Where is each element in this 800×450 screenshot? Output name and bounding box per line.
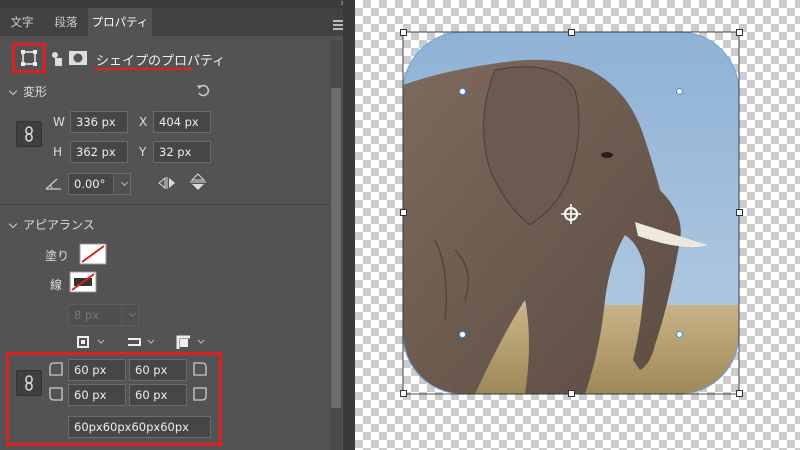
tab-paragraph[interactable]: 段落 xyxy=(44,8,88,36)
header-title-underline xyxy=(94,68,192,70)
handle-middle-left[interactable] xyxy=(400,209,407,216)
tab-bar: 文字 段落 プロパティ xyxy=(0,8,355,36)
layer-adjust-icon[interactable] xyxy=(50,51,64,67)
x-input[interactable]: 404 px xyxy=(153,111,211,133)
appearance-section-title[interactable]: アピアランス xyxy=(8,216,95,233)
radius-handle-top-left[interactable] xyxy=(459,88,466,95)
link-icon xyxy=(25,375,33,391)
stroke-corner-icon xyxy=(176,335,205,349)
handle-top-center[interactable] xyxy=(568,29,575,36)
panel-scrollbar-thumb[interactable] xyxy=(331,88,341,408)
corner-bottom-right-icon xyxy=(193,387,207,401)
fill-label: 塗り xyxy=(45,249,70,263)
stroke-align-icon xyxy=(77,336,105,348)
corner-top-left-input[interactable]: 60 px xyxy=(68,359,126,381)
radius-handle-top-right[interactable] xyxy=(676,88,683,95)
stroke-label: 線 xyxy=(50,278,63,292)
y-label: Y xyxy=(139,145,147,159)
radius-handle-bottom-left[interactable] xyxy=(459,331,466,338)
tab-character[interactable]: 文字 xyxy=(0,8,44,36)
h-label: H xyxy=(53,145,63,159)
stroke-align-dropdown[interactable] xyxy=(68,331,112,353)
reset-icon[interactable] xyxy=(195,82,211,98)
stroke-width-dropdown[interactable] xyxy=(121,304,139,326)
corner-bottom-left-input[interactable]: 60 px xyxy=(68,384,126,406)
tab-properties[interactable]: プロパティ xyxy=(88,8,152,36)
corner-top-right-icon xyxy=(193,362,207,376)
width-input[interactable]: 336 px xyxy=(70,111,128,133)
corner-bottom-left-icon xyxy=(49,387,63,401)
handle-top-left[interactable] xyxy=(400,29,407,36)
w-label: W xyxy=(53,115,65,129)
radius-handle-bottom-right[interactable] xyxy=(676,331,683,338)
angle-input[interactable]: 0.00° xyxy=(68,173,114,195)
panel-top-strip xyxy=(0,0,355,8)
link-icon xyxy=(25,126,33,142)
handle-middle-right[interactable] xyxy=(736,209,743,216)
flip-vertical-icon[interactable] xyxy=(189,173,207,193)
elephant-image[interactable] xyxy=(355,0,800,450)
stroke-cap-icon xyxy=(128,338,155,346)
document-canvas[interactable] xyxy=(355,0,800,450)
handle-bottom-center[interactable] xyxy=(568,390,575,397)
corners-combined-input[interactable]: 60px60px60px60px xyxy=(68,416,211,438)
corner-top-right-input[interactable]: 60 px xyxy=(129,359,187,381)
angle-dropdown[interactable] xyxy=(113,173,131,195)
handle-top-right[interactable] xyxy=(736,29,743,36)
stroke-swatch[interactable] xyxy=(69,271,97,293)
height-input[interactable]: 362 px xyxy=(70,141,128,163)
stroke-cap-dropdown[interactable] xyxy=(118,331,162,353)
section-divider xyxy=(0,204,330,205)
corner-bottom-right-input[interactable]: 60 px xyxy=(129,384,187,406)
mask-icon[interactable] xyxy=(68,50,88,66)
link-wh-button[interactable] xyxy=(16,121,42,147)
flip-horizontal-icon[interactable] xyxy=(158,175,178,191)
transform-section-title[interactable]: 変形 xyxy=(8,83,47,100)
fill-swatch[interactable] xyxy=(79,243,107,265)
angle-icon xyxy=(45,178,61,190)
stroke-width-input[interactable]: 8 px xyxy=(68,304,122,326)
link-corners-button[interactable] xyxy=(16,370,42,396)
x-label: X xyxy=(139,115,148,129)
handle-bottom-right[interactable] xyxy=(736,390,743,397)
corner-top-left-icon xyxy=(49,362,63,376)
handle-bottom-left[interactable] xyxy=(400,390,407,397)
shape-transform-icon[interactable] xyxy=(20,49,38,67)
y-input[interactable]: 32 px xyxy=(153,141,211,163)
header-title: シェイプのプロパティ xyxy=(96,54,226,69)
stroke-corner-dropdown[interactable] xyxy=(168,331,212,353)
panel-edge xyxy=(343,0,355,450)
properties-panel: » 文字 段落 プロパティ シェイプのプロパティ 変形 W 336 px X 4… xyxy=(0,0,355,450)
